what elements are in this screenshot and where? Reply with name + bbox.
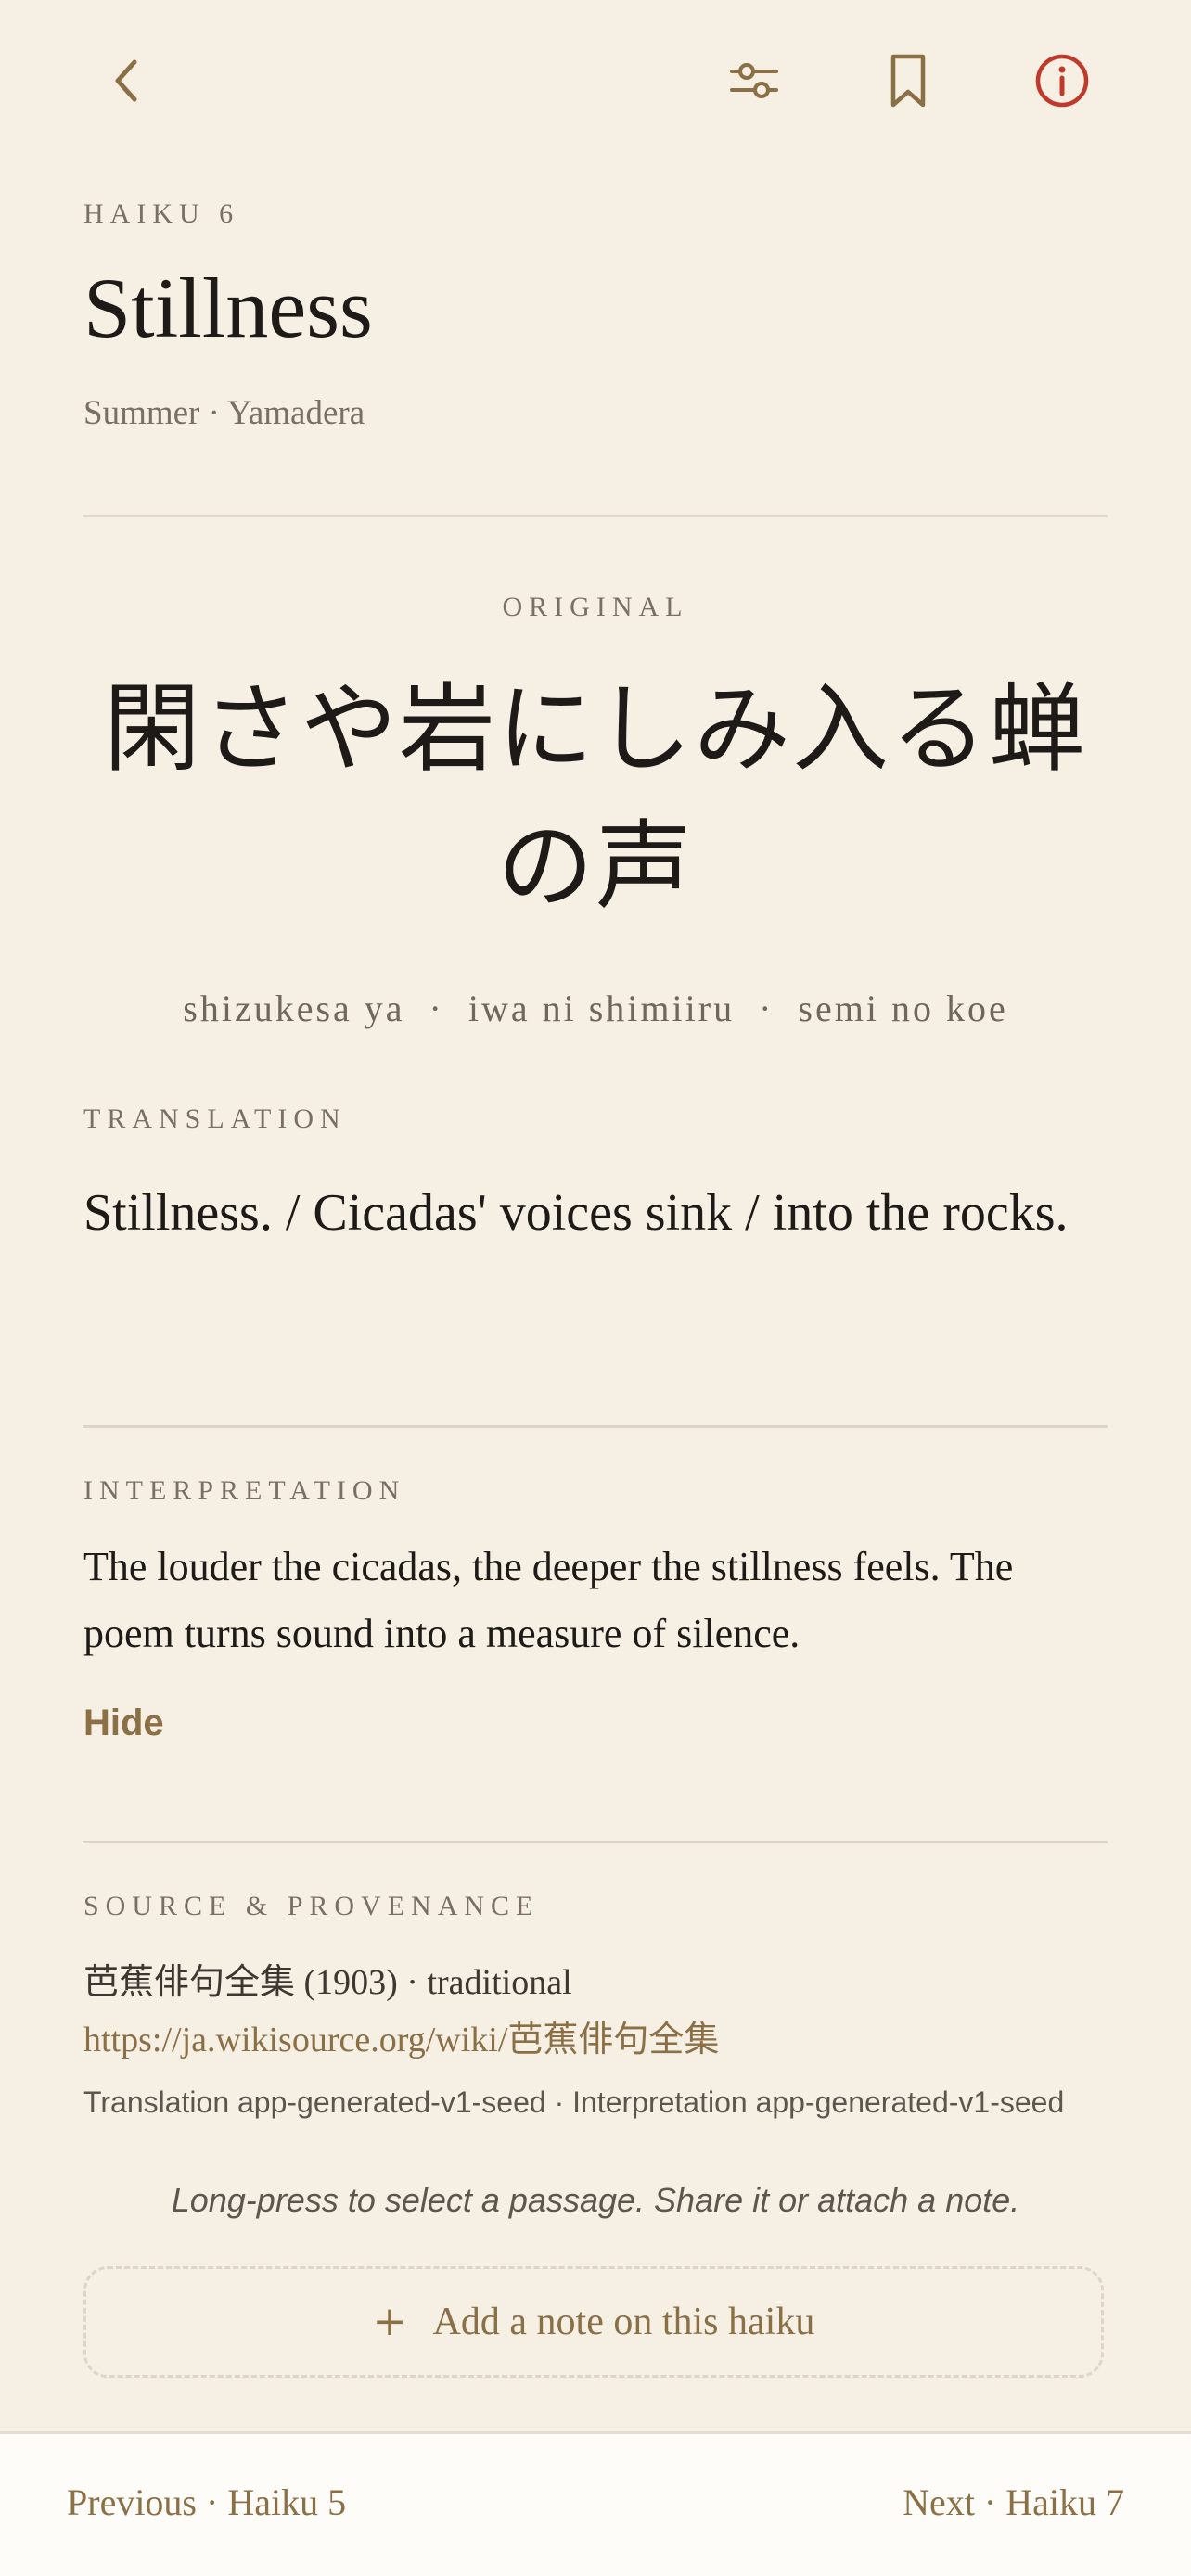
long-press-hint: Long-press to select a passage. Share it… [171, 2181, 1020, 2219]
bottom-navigation: Previous · Haiku 5 Next · Haiku 7 [0, 2431, 1191, 2576]
previous-haiku-link[interactable]: Previous · Haiku 5 [67, 2480, 346, 2524]
translation-text: Stillness. / Cicadas' voices sink / into… [83, 1184, 1069, 1242]
sliders-icon [730, 63, 778, 98]
plus-icon: + [372, 2298, 407, 2345]
add-note-label: Add a note on this haiku [432, 2301, 815, 2343]
original-line-1: 閑さや岩にしみ入る蝉 [103, 672, 1087, 785]
top-toolbar [0, 0, 1191, 162]
romaji-text: shizukesa ya · iwa ni shimiiru · semi no… [183, 988, 1008, 1029]
source-citation: 芭蕉俳句全集 (1903) · traditional [83, 1963, 572, 2002]
haiku-number-label: HAIKU 6 [83, 198, 240, 229]
interpretation-line-1: The louder the cicadas, the deeper the s… [83, 1544, 1014, 1589]
display-settings-button[interactable] [712, 39, 796, 122]
divider [83, 515, 1108, 517]
next-haiku-link[interactable]: Next · Haiku 7 [903, 2480, 1124, 2524]
original-japanese-text: 閑さや岩にしみ入る蝉 の声 [83, 660, 1108, 935]
interpretation-text: The louder the cicadas, the deeper the s… [83, 1534, 1108, 1667]
original-line-2: の声 [496, 810, 694, 923]
source-url-link[interactable]: https://ja.wikisource.org/wiki/芭蕉俳句全集 [83, 2010, 719, 2061]
divider [83, 1425, 1108, 1428]
divider [83, 1841, 1108, 1843]
hide-interpretation-button[interactable]: Hide [83, 1702, 164, 1744]
source-section-label: SOURCE & PROVENANCE [83, 1891, 540, 1921]
interpretation-section-label: INTERPRETATION [83, 1475, 406, 1506]
translation-section-label: TRANSLATION [83, 1103, 347, 1134]
page-title: Stillness [83, 261, 373, 355]
back-button[interactable] [85, 39, 169, 122]
info-icon [1035, 54, 1089, 108]
bookmark-icon [890, 54, 926, 108]
haiku-season-location: Summer · Yamadera [83, 394, 365, 432]
chevron-left-icon [115, 59, 137, 102]
original-section-label: ORIGINAL [502, 592, 689, 622]
add-note-button[interactable]: + Add a note on this haiku [83, 2266, 1104, 2378]
provenance-meta: Translation app-generated-v1-seed · Inte… [83, 2085, 1065, 2119]
interpretation-line-2: poem turns sound into a measure of silen… [83, 1611, 800, 1656]
info-button[interactable] [1020, 39, 1104, 122]
bookmark-button[interactable] [866, 39, 950, 122]
